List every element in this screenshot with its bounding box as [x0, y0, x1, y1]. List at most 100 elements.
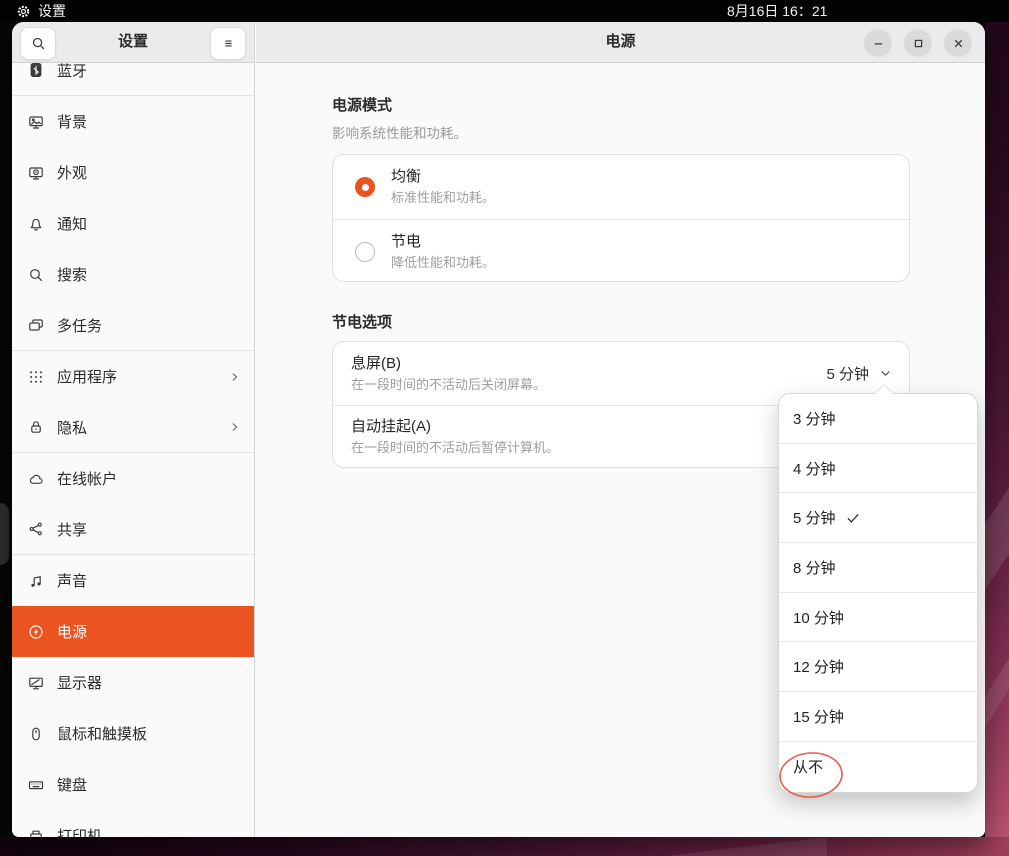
sidebar-item-multitasking[interactable]: 多任务	[12, 300, 254, 351]
popup-caret	[875, 385, 893, 394]
displays-icon	[28, 675, 44, 691]
dropdown-option-label: 从不	[793, 756, 823, 777]
sidebar: 设置 蓝牙背景外观通知搜索多任务应用程序隐私在线帐户共享声音电源显示器鼠标和触摸…	[12, 22, 255, 837]
radio-selected[interactable]	[355, 177, 375, 197]
sidebar-item-label: 键盘	[57, 774, 87, 795]
sidebar-item-notifications[interactable]: 通知	[12, 198, 254, 249]
sidebar-item-displays[interactable]: 显示器	[12, 657, 254, 708]
radio-unselected[interactable]	[355, 242, 375, 262]
sidebar-item-label: 共享	[57, 519, 87, 540]
sidebar-item-bluetooth[interactable]: 蓝牙	[12, 63, 254, 96]
sidebar-item-label: 打印机	[57, 825, 102, 837]
option-subtitle: 标准性能和功耗。	[391, 189, 893, 207]
dropdown-option-5[interactable]: 10 分钟	[779, 593, 977, 643]
power-icon	[28, 624, 44, 640]
sidebar-item-label: 电源	[57, 621, 87, 642]
close-button[interactable]	[944, 29, 972, 57]
sidebar-list-inner: 蓝牙背景外观通知搜索多任务应用程序隐私在线帐户共享声音电源显示器鼠标和触摸板键盘…	[12, 63, 254, 837]
wallpaper-bottom	[0, 837, 1009, 856]
option-subtitle: 降低性能和功耗。	[391, 254, 893, 272]
sidebar-item-applications[interactable]: 应用程序	[12, 351, 254, 402]
sidebar-item-online-accounts[interactable]: 在线帐户	[12, 453, 254, 504]
blank-screen-dropdown-button[interactable]: 5 分钟	[826, 363, 893, 384]
maximize-icon	[911, 36, 926, 51]
power-mode-option-0[interactable]: 均衡标准性能和功耗。	[333, 155, 909, 219]
privacy-lock-icon	[28, 419, 44, 435]
sound-icon	[28, 573, 44, 589]
power-mode-option-1[interactable]: 节电降低性能和功耗。	[333, 219, 909, 282]
chevron-right-icon	[228, 370, 242, 384]
main-header: 电源	[256, 22, 985, 63]
blank-screen-dropdown-popup: 3 分钟 4 分钟 5 分钟 8 分钟 10 分钟 12 分钟 15 分钟从不	[778, 393, 978, 793]
sidebar-item-label: 搜索	[57, 264, 87, 285]
sidebar-item-label: 鼠标和触摸板	[57, 723, 147, 744]
dropdown-option-label: 4 分钟	[793, 458, 836, 479]
dropdown-option-3[interactable]: 5 分钟	[779, 493, 977, 543]
dropdown-option-8[interactable]: 从不	[779, 742, 977, 792]
settings-gear-icon	[16, 4, 31, 19]
sidebar-item-label: 蓝牙	[57, 63, 87, 81]
sidebar-item-background[interactable]: 背景	[12, 96, 254, 147]
row-subtitle: 在一段时间的不活动后关闭屏幕。	[351, 376, 826, 394]
dropdown-option-label: 5 分钟	[793, 507, 836, 528]
maximize-button[interactable]	[904, 29, 932, 57]
background-icon	[28, 114, 44, 130]
sidebar-item-keyboard[interactable]: 键盘	[12, 759, 254, 810]
main-menu-button[interactable]	[210, 27, 246, 60]
sidebar-item-label: 通知	[57, 213, 87, 234]
sidebar-list[interactable]: 蓝牙背景外观通知搜索多任务应用程序隐私在线帐户共享声音电源显示器鼠标和触摸板键盘…	[12, 63, 254, 837]
dropdown-option-label: 15 分钟	[793, 706, 844, 727]
sidebar-item-appearance[interactable]: 外观	[12, 147, 254, 198]
sidebar-item-power[interactable]: 电源	[12, 606, 254, 657]
dropdown-option-label: 12 分钟	[793, 656, 844, 677]
sidebar-item-sound[interactable]: 声音	[12, 555, 254, 606]
window-controls	[864, 29, 972, 57]
dropdown-option-6[interactable]: 12 分钟	[779, 642, 977, 692]
option-title: 节电	[391, 232, 893, 252]
sidebar-item-label: 多任务	[57, 315, 102, 336]
search-icon	[31, 36, 46, 51]
main-panel: 电源 电源模式 影响系统性能和功耗。 均衡标准性能和功耗。节电降低性能和功耗。 …	[256, 22, 985, 837]
topbar-active-app[interactable]: 设置	[16, 0, 66, 22]
wallpaper-right	[985, 0, 1009, 856]
sidebar-item-mouse-touchpad[interactable]: 鼠标和触摸板	[12, 708, 254, 759]
sidebar-item-sharing[interactable]: 共享	[12, 504, 254, 555]
desktop-screen: 设置 8月16日 16：21 设置 蓝牙背景外观通知搜索多任务应用程序	[0, 0, 1009, 856]
appearance-icon	[28, 165, 44, 181]
minimize-button[interactable]	[864, 29, 892, 57]
dropdown-option-7[interactable]: 15 分钟	[779, 692, 977, 742]
settings-window: 设置 蓝牙背景外观通知搜索多任务应用程序隐私在线帐户共享声音电源显示器鼠标和触摸…	[12, 22, 985, 837]
dropdown-option-label: 10 分钟	[793, 607, 844, 628]
sidebar-item-label: 外观	[57, 162, 87, 183]
dock-notch	[0, 503, 9, 565]
mouse-icon	[28, 726, 44, 742]
sidebar-item-search[interactable]: 搜索	[12, 249, 254, 300]
dropdown-option-2[interactable]: 4 分钟	[779, 444, 977, 494]
chevron-down-icon	[878, 366, 893, 381]
topbar-app-label: 设置	[38, 1, 66, 21]
multitasking-icon	[28, 317, 44, 333]
close-icon	[951, 36, 966, 51]
sidebar-item-label: 显示器	[57, 672, 102, 693]
search-button[interactable]	[20, 27, 56, 60]
power-mode-description: 影响系统性能和功耗。	[332, 122, 467, 142]
power-mode-heading: 电源模式	[332, 94, 392, 115]
topbar-clock[interactable]: 8月16日 16：21	[727, 0, 827, 22]
row-title: 息屏(B)	[351, 354, 826, 374]
power-mode-card: 均衡标准性能和功耗。节电降低性能和功耗。	[332, 154, 910, 282]
dropdown-value: 5 分钟	[826, 363, 869, 384]
chevron-right-icon	[228, 420, 242, 434]
sidebar-item-printers[interactable]: 打印机	[12, 810, 254, 837]
printer-icon	[28, 828, 44, 838]
search-icon	[28, 267, 44, 283]
dropdown-option-1[interactable]: 3 分钟	[779, 394, 977, 444]
sidebar-item-label: 在线帐户	[57, 468, 117, 489]
sidebar-item-privacy[interactable]: 隐私	[12, 402, 254, 453]
bluetooth-icon	[28, 63, 44, 78]
dropdown-option-4[interactable]: 8 分钟	[779, 543, 977, 593]
top-bar: 设置 8月16日 16：21	[0, 0, 1009, 22]
cloud-icon	[28, 471, 44, 487]
power-saving-heading: 节电选项	[332, 311, 392, 332]
sidebar-item-label: 隐私	[57, 417, 87, 438]
sidebar-header: 设置	[12, 22, 254, 63]
